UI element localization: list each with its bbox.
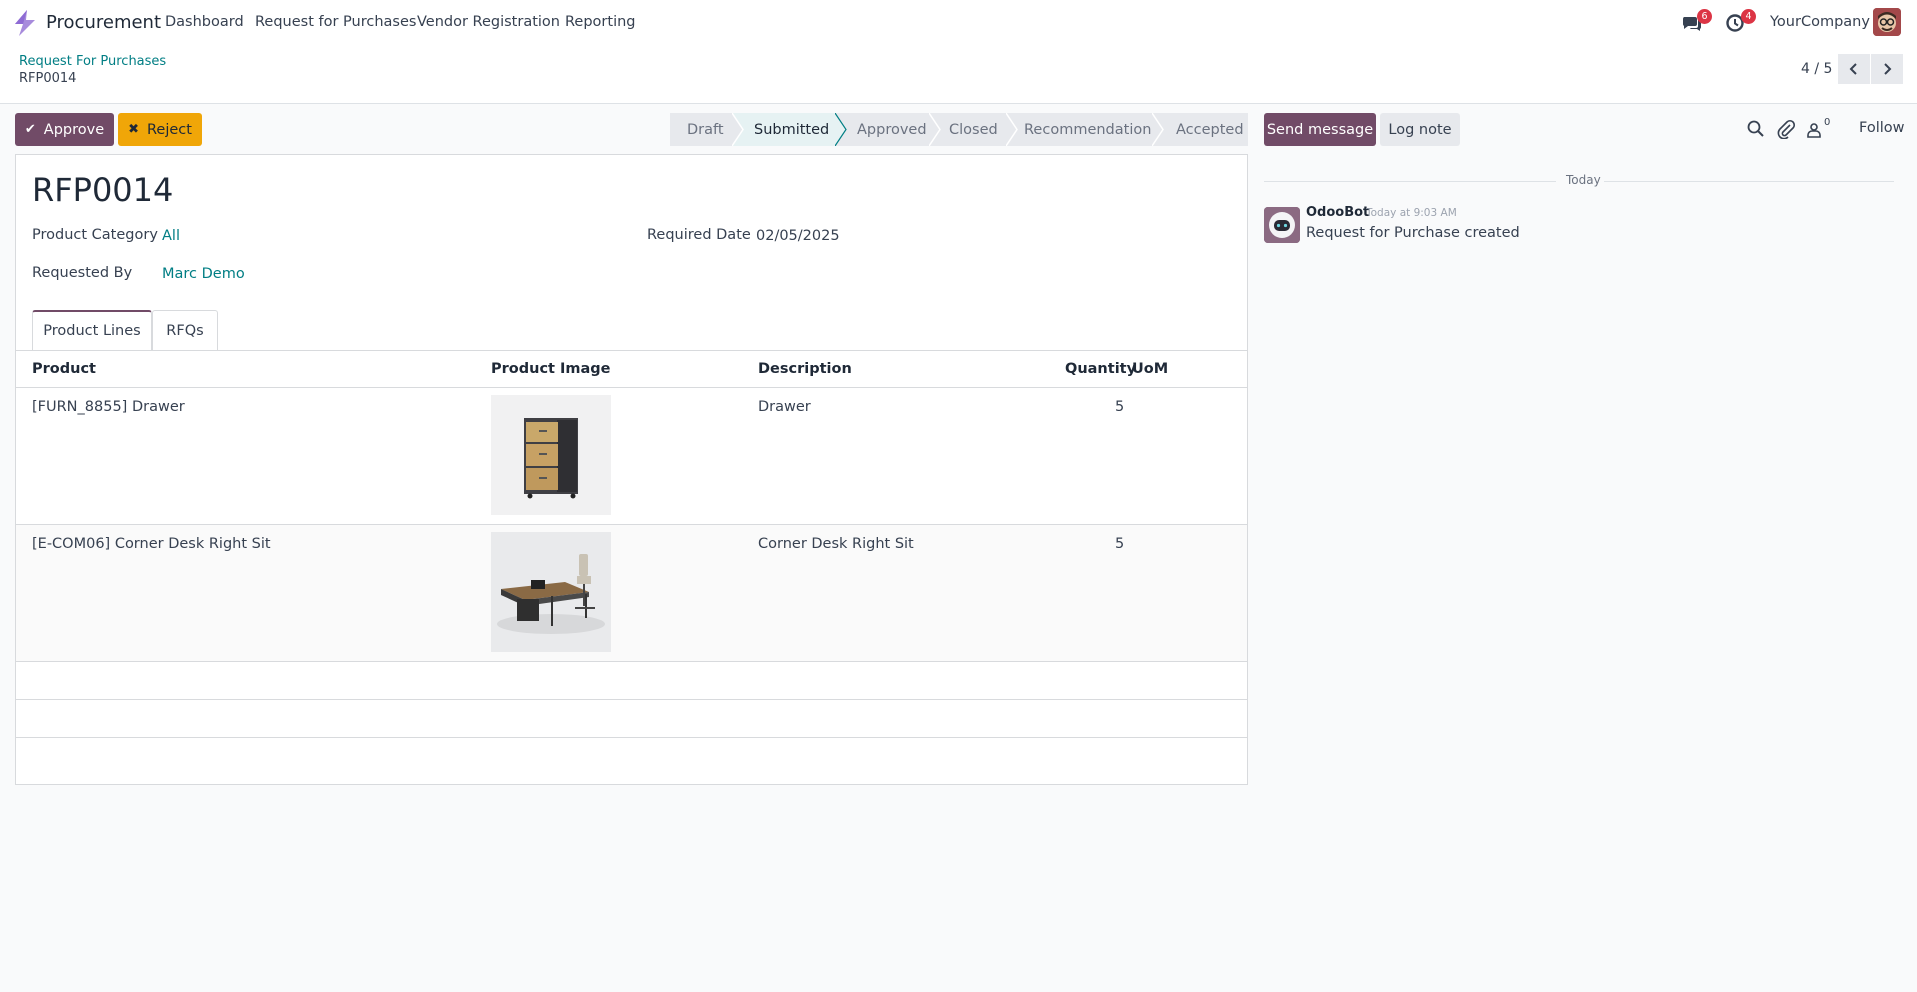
log-note-button[interactable]: Log note <box>1380 113 1460 146</box>
quantity-cell[interactable]: 5 <box>1115 399 1124 415</box>
pager-value[interactable]: 4 / 5 <box>1801 61 1832 77</box>
stage-accepted-label: Accepted <box>1176 121 1244 138</box>
empty-row <box>16 700 1247 738</box>
stage-submitted-label: Submitted <box>754 121 830 138</box>
avatar[interactable] <box>1264 207 1300 243</box>
tab-product-lines[interactable]: Product Lines <box>32 310 152 351</box>
quantity-cell[interactable]: 5 <box>1115 536 1124 552</box>
approve-label: Approve <box>43 121 105 138</box>
user-icon <box>1807 123 1821 138</box>
stage-draft-label: Draft <box>687 121 724 138</box>
statusbar: Draft Submitted Approved Closed Recommen… <box>670 113 1248 146</box>
column-product[interactable]: Product <box>32 361 96 377</box>
product-image[interactable] <box>491 395 611 515</box>
company-switcher[interactable]: YourCompany <box>1770 14 1870 30</box>
stage-closed-label: Closed <box>949 121 998 138</box>
followers-button[interactable]: 0 <box>1806 117 1832 139</box>
required-date-field[interactable]: 02/05/2025 <box>756 228 840 244</box>
send-message-button[interactable]: Send message <box>1264 113 1376 146</box>
stage-accepted[interactable]: Accepted <box>1152 113 1248 146</box>
product-category-field[interactable]: All <box>162 228 180 244</box>
chevron-left-icon <box>1849 63 1857 75</box>
follow-button[interactable]: Follow <box>1859 120 1904 136</box>
pager-previous-button[interactable] <box>1838 54 1870 84</box>
product-cell[interactable]: [E-COM06] Corner Desk Right Sit <box>32 536 271 552</box>
product-cell[interactable]: [FURN_8855] Drawer <box>32 399 185 415</box>
record-title: RFP0014 <box>32 171 174 209</box>
column-uom[interactable]: UoM <box>1132 361 1168 377</box>
divider <box>1604 181 1894 182</box>
tab-rfqs[interactable]: RFQs <box>152 310 218 351</box>
messages-icon[interactable]: 6 <box>1681 9 1712 34</box>
divider <box>1264 181 1556 182</box>
product-category-label: Product Category <box>32 227 158 243</box>
close-icon: ✖ <box>128 122 139 137</box>
check-icon: ✔ <box>24 122 36 137</box>
description-cell[interactable]: Corner Desk Right Sit <box>758 536 914 552</box>
odoobot-avatar-icon <box>1264 207 1300 243</box>
breadcrumb-request-for-purchases[interactable]: Request For Purchases <box>19 54 166 69</box>
stage-submitted[interactable]: Submitted <box>732 113 847 146</box>
description-cell[interactable]: Drawer <box>758 399 811 415</box>
activities-badge: 4 <box>1741 9 1756 24</box>
stage-approved-label: Approved <box>857 121 927 138</box>
stage-draft[interactable]: Draft <box>670 113 744 146</box>
approve-button[interactable]: ✔ Approve <box>15 113 114 146</box>
column-product-image[interactable]: Product Image <box>491 361 611 377</box>
user-avatar[interactable] <box>1873 8 1901 36</box>
stage-approved[interactable]: Approved <box>835 113 941 146</box>
control-panel: Request For Purchases RFP0014 4 / 5 <box>0 46 1917 104</box>
drawer-image-icon <box>491 395 611 515</box>
table-row[interactable]: [E-COM06] Corner Desk Right Sit Corner D… <box>16 525 1247 662</box>
breadcrumb-current: RFP0014 <box>19 71 77 86</box>
requested-by-label: Requested By <box>32 265 133 281</box>
required-date-label: Required Date <box>647 227 751 243</box>
column-quantity[interactable]: Quantity <box>1065 361 1136 377</box>
menu-reporting[interactable]: Reporting <box>565 14 636 30</box>
paperclip-icon[interactable] <box>1776 119 1796 139</box>
top-navbar: Procurement Dashboard Request for Purcha… <box>0 0 1917 46</box>
reject-label: Reject <box>146 121 192 138</box>
table-row[interactable]: [FURN_8855] Drawer Drawer 5 <box>16 388 1247 525</box>
messages-badge: 6 <box>1697 9 1712 24</box>
stage-recommendation-label: Recommendation <box>1024 121 1152 138</box>
pager-next-button[interactable] <box>1871 54 1903 84</box>
column-description[interactable]: Description <box>758 361 852 377</box>
message-body: Request for Purchase created <box>1306 225 1520 241</box>
empty-row <box>16 662 1247 700</box>
activities-icon[interactable]: 4 <box>1725 9 1756 34</box>
app-name[interactable]: Procurement <box>46 12 161 33</box>
chevron-right-icon <box>1884 63 1892 75</box>
stage-recommendation[interactable]: Recommendation <box>1006 113 1164 146</box>
menu-request-for-purchases[interactable]: Request for Purchases <box>255 14 416 30</box>
reject-button[interactable]: ✖ Reject <box>118 113 202 146</box>
message-author[interactable]: OdooBot <box>1306 205 1369 220</box>
requested-by-field[interactable]: Marc Demo <box>162 266 245 282</box>
menu-vendor-registration[interactable]: Vendor Registration <box>417 14 560 30</box>
table-header: Product Product Image Description Quanti… <box>16 350 1247 388</box>
search-icon[interactable] <box>1746 119 1766 139</box>
form-sheet: RFP0014 Product Category All Required Da… <box>15 154 1248 785</box>
date-separator: Today <box>1566 173 1601 187</box>
message-date: Today at 9:03 AM <box>1366 207 1457 219</box>
desk-image-icon <box>491 532 611 652</box>
followers-count: 0 <box>1824 117 1831 128</box>
menu-dashboard[interactable]: Dashboard <box>165 14 244 30</box>
product-image[interactable] <box>491 532 611 652</box>
app-logo-icon[interactable] <box>10 9 40 37</box>
